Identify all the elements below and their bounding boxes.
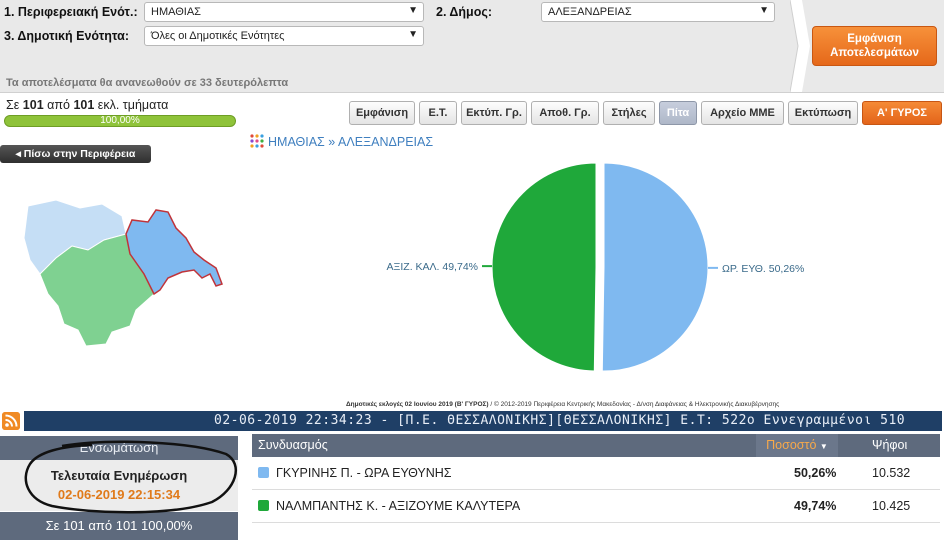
results-pie-chart: ΩΡ. ΕΥΘ. 50,26% ΑΞΙΖ. ΚΑΛ. 49,74% — [387, 162, 804, 372]
progress-counted: 101 — [22, 98, 44, 112]
filter-divider — [790, 0, 810, 92]
incorporation-footer: Σε 101 από 101 100,00% — [0, 512, 238, 540]
progress-suffix: εκλ. τμήματα — [97, 98, 169, 112]
refresh-notice: Τα αποτελέσματα θα ανανεωθούν σε 33 δευτ… — [6, 77, 289, 89]
party-votes: 10.425 — [872, 499, 911, 513]
chevron-down-icon: ▼ — [759, 5, 769, 16]
party-votes: 10.532 — [872, 466, 911, 480]
party-percent: 50,26% — [794, 466, 837, 480]
pie-slice-label: ΑΞΙΖ. ΚΑΛ. 49,74% — [387, 261, 478, 273]
column-header-percent[interactable]: Ποσοστό ▼ — [756, 434, 838, 457]
party-color-swatch — [258, 500, 269, 511]
toolbar-button-save-chart[interactable]: Αποθ. Γρ. — [531, 101, 599, 125]
progress-total: 101 — [73, 98, 95, 112]
pie-slice[interactable] — [601, 162, 709, 372]
toolbar-button-pie[interactable]: Πίτα — [659, 101, 697, 125]
party-color-swatch — [258, 467, 269, 478]
toolbar-button-print[interactable]: Εκτύπωση — [788, 101, 858, 125]
column-header-percent-label: Ποσοστό — [766, 438, 817, 452]
pie-slice-label: ΩΡ. ΕΥΘ. 50,26% — [722, 263, 804, 275]
toolbar-button-show[interactable]: Εμφάνιση — [349, 101, 415, 125]
toolbar-button-first-round[interactable]: Α' ΓΥΡΟΣ — [862, 101, 942, 125]
ticker-text: 02-06-2019 22:34:23 - [Π.Ε. ΘΕΣΣΑΛΟΝΙΚΗΣ… — [214, 413, 906, 428]
hand-drawn-circle — [24, 440, 237, 514]
municipality-map — [23, 199, 223, 347]
breadcrumb-municipality[interactable]: ΑΛΕΞΑΝΔΡΕΙΑΣ — [338, 135, 433, 149]
unit-label: 3. Δημοτική Ενότητα: — [4, 29, 129, 43]
toolbar-button-print-chart[interactable]: Εκτύπ. Γρ. — [461, 101, 527, 125]
column-header-combination[interactable]: Συνδυασμός — [258, 434, 328, 457]
progress-middle: από — [47, 98, 70, 112]
unit-select-value: Όλες οι Δημοτικές Ενότητες — [151, 30, 285, 42]
chevron-down-icon: ▼ — [408, 5, 418, 16]
party-name: ΝΑΛΜΠΑΝΤΗΣ Κ. - ΑΞΙΖΟΥΜΕ ΚΑΛΥΤΕΡΑ — [276, 499, 521, 513]
show-results-button[interactable]: Εμφάνιση Αποτελεσμάτων — [812, 26, 937, 66]
municipality-label: 2. Δήμος: — [436, 5, 492, 19]
breadcrumb-separator: » — [328, 135, 336, 149]
progress-text: Σε 101 από 101 εκλ. τμήματα — [6, 98, 168, 112]
credit-line: Δημοτικές εκλογές 02 Ιουνίου 2019 (Β' ΓΥ… — [346, 401, 779, 408]
toolbar-button-columns[interactable]: Στήλες — [603, 101, 655, 125]
region-select[interactable]: ΗΜΑΘΙΑΣ ▼ — [144, 2, 424, 22]
news-ticker: 02-06-2019 22:34:23 - [Π.Ε. ΘΕΣΣΑΛΟΝΙΚΗΣ… — [24, 411, 942, 431]
toolbar-button-media-archive[interactable]: Αρχείο ΜΜΕ — [701, 101, 784, 125]
toolbar-button-et[interactable]: Ε.Τ. — [419, 101, 457, 125]
credit-copyright: / © 2012-2019 Περιφέρεια Κεντρικής Μακεδ… — [488, 401, 780, 408]
unit-select[interactable]: Όλες οι Δημοτικές Ενότητες ▼ — [144, 26, 424, 46]
show-results-label: Εμφάνιση Αποτελεσμάτων — [830, 33, 919, 59]
party-percent: 49,74% — [794, 499, 837, 513]
party-name: ΓΚΥΡΙΝΗΣ Π. - ΩΡΑ ΕΥΘΥΝΗΣ — [276, 466, 452, 480]
grid-dots-icon — [250, 134, 264, 148]
progress-percent: 100,00% — [100, 115, 140, 126]
pie-slice[interactable] — [491, 162, 597, 372]
sort-desc-icon: ▼ — [819, 442, 828, 451]
chevron-down-icon: ▼ — [408, 29, 418, 40]
progress-prefix: Σε — [6, 98, 20, 112]
rss-icon[interactable] — [2, 412, 20, 430]
region-select-value: ΗΜΑΘΙΑΣ — [151, 6, 201, 18]
region-label: 1. Περιφερειακή Ενότ.: — [4, 5, 138, 19]
column-header-votes[interactable]: Ψήφοι — [872, 434, 907, 457]
back-to-region-button[interactable]: ◂ Πίσω στην Περιφέρεια — [0, 145, 151, 163]
breadcrumb: ΗΜΑΘΙΑΣ » ΑΛΕΞΑΝΔΡΕΙΑΣ — [250, 134, 433, 149]
credit-election: Δημοτικές εκλογές 02 Ιουνίου 2019 (Β' ΓΥ… — [346, 401, 489, 408]
breadcrumb-region[interactable]: ΗΜΑΘΙΑΣ — [268, 135, 325, 149]
municipality-select-value: ΑΛΕΞΑΝΔΡΕΙΑΣ — [548, 6, 632, 18]
municipality-select[interactable]: ΑΛΕΞΑΝΔΡΕΙΑΣ ▼ — [541, 2, 775, 22]
